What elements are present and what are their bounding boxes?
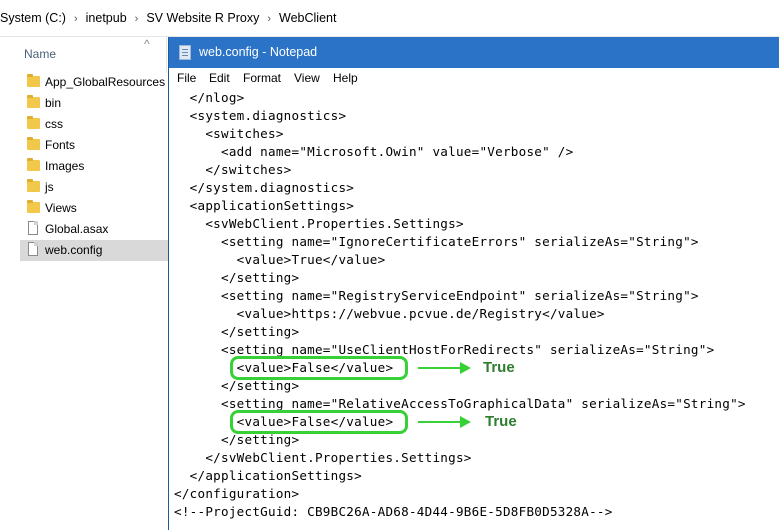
column-divider[interactable] [166, 37, 167, 73]
arrow-head-icon [460, 416, 471, 428]
file-item-images[interactable]: Images [20, 156, 168, 177]
highlight-box [230, 356, 408, 380]
folder-icon [27, 74, 40, 87]
text-editor[interactable]: </nlog> <system.diagnostics> <switches> … [169, 88, 779, 530]
file-item-app-globalresources[interactable]: App_GlobalResources [20, 72, 168, 93]
menu-view[interactable]: View [294, 71, 320, 85]
code-line: </setting> [174, 432, 300, 447]
folder-icon [27, 116, 40, 129]
notepad-icon [179, 45, 191, 60]
breadcrumb-item-drive[interactable]: System (C:) [0, 11, 66, 25]
annotation-label: True [483, 359, 515, 376]
code-line: <setting name="RelativeAccessToGraphical… [174, 396, 746, 411]
code-line: </nlog> [174, 90, 245, 105]
arrow-head-icon [460, 362, 471, 374]
address-bar[interactable]: System (C:) › inetpub › SV Website R Proxy › W… [0, 0, 779, 37]
chevron-right-icon: › [73, 13, 78, 25]
breadcrumb-item-inetpub[interactable]: inetpub [86, 11, 127, 25]
file-item-js[interactable]: js [20, 177, 168, 198]
code-line: </setting> [174, 324, 300, 339]
file-icon [28, 242, 38, 256]
code-line: </svWebClient.Properties.Settings> [174, 450, 472, 465]
file-list: App_GlobalResources bin css Fonts Images… [20, 72, 168, 261]
notepad-titlebar[interactable]: web.config - Notepad [169, 37, 779, 68]
code-line: </setting> [174, 270, 300, 285]
code-line: <value>https://webvue.pcvue.de/Registry<… [174, 306, 605, 321]
folder-icon [27, 158, 40, 171]
code-line: </setting> [174, 378, 300, 393]
file-item-bin[interactable]: bin [20, 93, 168, 114]
folder-icon [27, 200, 40, 213]
folder-icon [27, 179, 40, 192]
chevron-right-icon: › [134, 13, 139, 25]
file-item-css[interactable]: css [20, 114, 168, 135]
code-line: <setting name="RegistryServiceEndpoint" … [174, 288, 699, 303]
notepad-window: web.config - Notepad File Edit Format Vi… [168, 37, 779, 530]
chevron-right-icon: › [267, 13, 272, 25]
sort-ascending-icon: ^ [144, 37, 150, 51]
file-icon [28, 221, 38, 235]
annotation-label: True [485, 413, 517, 430]
code-line: </system.diagnostics> [174, 180, 355, 195]
file-item-global-asax[interactable]: Global.asax [20, 219, 168, 240]
menu-bar: File Edit Format View Help [169, 68, 779, 88]
folder-icon [27, 95, 40, 108]
arrow-right-icon [418, 367, 462, 369]
folder-icon [27, 137, 40, 150]
arrow-right-icon [418, 421, 462, 423]
code-line: <setting name="IgnoreCertificateErrors" … [174, 234, 699, 249]
breadcrumb-item-website[interactable]: SV Website R Proxy [146, 11, 259, 25]
code-line: <setting name="UseClientHostForRedirects… [174, 342, 715, 357]
code-line: <add name="Microsoft.Owin" value="Verbos… [174, 144, 574, 159]
menu-file[interactable]: File [177, 71, 196, 85]
file-list-pane: ^ Name App_GlobalResources bin css Fonts… [0, 37, 168, 530]
menu-format[interactable]: Format [243, 71, 281, 85]
code-line: <!--ProjectGuid: CB9BC26A-AD68-4D44-9B6E… [174, 504, 613, 519]
code-line: </configuration> [174, 486, 300, 501]
name-column-header[interactable]: Name [24, 47, 56, 61]
code-line: <applicationSettings> [174, 198, 355, 213]
file-item-web-config[interactable]: web.config [20, 240, 168, 261]
highlight-box [230, 410, 408, 434]
code-line: <switches> [174, 126, 284, 141]
breadcrumb-item-webclient[interactable]: WebClient [279, 11, 336, 25]
menu-edit[interactable]: Edit [209, 71, 230, 85]
file-item-fonts[interactable]: Fonts [20, 135, 168, 156]
code-line: </switches> [174, 162, 292, 177]
code-line: <system.diagnostics> [174, 108, 347, 123]
code-line: </applicationSettings> [174, 468, 362, 483]
breadcrumb: System (C:) › inetpub › SV Website R Proxy › W… [0, 11, 336, 25]
code-line: <value>True</value> [174, 252, 386, 267]
code-line: <svWebClient.Properties.Settings> [174, 216, 464, 231]
file-item-views[interactable]: Views [20, 198, 168, 219]
window-title: web.config - Notepad [199, 45, 318, 59]
menu-help[interactable]: Help [333, 71, 358, 85]
